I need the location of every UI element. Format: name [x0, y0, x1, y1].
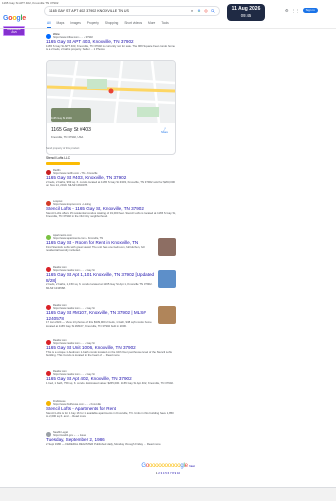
search-result: Loopnet https://www.loopnet.com › Listing… [46, 200, 176, 219]
page-link[interactable]: 2 [158, 471, 160, 475]
search-result: Realtor.com https://www.realtor.com › ...… [46, 304, 156, 328]
feedback-link[interactable]: Send property of this product [46, 147, 79, 150]
result-snippet: 2 beds, 2 baths, 1,150 sq. ft. condo loc… [46, 282, 153, 290]
result-snippet: This is a unique 1-bedroom 1-bath condo … [46, 349, 172, 358]
mic-icon[interactable] [197, 9, 201, 13]
share-label: Share [161, 131, 168, 134]
page-footer [0, 487, 336, 501]
property-title: 1165 Gay St #403 [51, 127, 91, 133]
google-logo[interactable]: Google Inauguration 2025 [3, 7, 26, 36]
search-result: Realtor.com https://www.realtor.com › ...… [46, 339, 176, 358]
header-divider [0, 28, 336, 29]
result-snippet: Stencil Lofts is for 1 bay 16 for 1 avai… [46, 410, 174, 419]
logo-word: Google [3, 15, 26, 22]
tab-shopping[interactable]: Shopping [105, 21, 118, 28]
result-snippet: Find Stenlock Lofts with great views! Th… [46, 244, 145, 253]
search-result: Newlib Legal https://newlib.gov › ... › I… [46, 431, 176, 446]
search-result: Realtor.com https://www.realtor.com › ...… [46, 370, 176, 385]
result-thumbnail[interactable] [158, 238, 176, 256]
clock-date: 11 Aug 2026 [231, 6, 261, 12]
page-link[interactable]: 3 [161, 471, 163, 475]
favicon-icon [46, 370, 51, 376]
favicon-icon [46, 200, 51, 206]
header-actions: ⚙ ⋮⋮ Sign in [285, 8, 318, 13]
search-result: Zillow https://www.zillow.com › ... › 379… [46, 33, 176, 52]
tab-short-videos[interactable]: Short videos [124, 21, 142, 28]
date-time-overlay: 11 Aug 2026 09:45 [227, 4, 265, 21]
tab-maps[interactable]: Maps [57, 21, 65, 28]
gear-icon[interactable]: ⚙ [285, 8, 289, 13]
result-snippet: 17 Jan 2024 — View 13 photos of this $33… [46, 320, 152, 328]
rating-stars [46, 162, 80, 165]
result-thumbnail[interactable] [158, 306, 176, 324]
favicon-icon [46, 234, 51, 240]
result-snippet: 1165 S Gay St APT 403, Knoxville, TN 379… [46, 43, 175, 52]
favicon-icon [46, 266, 51, 272]
favicon-icon [46, 169, 51, 175]
clock-time: 09:45 [240, 13, 252, 18]
result-snippet: 2 Sept 1986 — FEDERAL REGISTER Published… [46, 441, 161, 446]
tab-tools[interactable]: Tools [161, 21, 168, 28]
favicon-icon [46, 431, 51, 437]
tab-all[interactable]: All [47, 21, 51, 28]
search-result: Apartments.com https://www.apartments.com… [46, 234, 156, 253]
page-link[interactable]: 9 [175, 471, 177, 475]
lens-icon[interactable] [204, 9, 208, 13]
sign-in-button[interactable]: Sign in [302, 8, 318, 13]
business-name[interactable]: Stencil Lofts LLC [46, 156, 70, 160]
favicon-icon [46, 339, 51, 345]
search-result: FindHouse https://www.findhouse.com › ...… [46, 400, 176, 419]
property-address: Knoxville, TN 37902, USA [51, 135, 84, 139]
result-snippet: 2 beds, 2 baths, 969 sq. ft. condo locat… [46, 179, 175, 188]
top-caption: 1165 Gay St APT 402, Knoxville TN 37902 [2, 1, 59, 5]
pagination-logo: Gooooooooooogle Next [141, 463, 195, 469]
page-link[interactable]: 6 [168, 471, 170, 475]
page-link[interactable]: 8 [172, 471, 174, 475]
search-result: Realtor.com https://www.realtor.com › ...… [46, 266, 156, 290]
search-input[interactable]: 1165 GAY ST APT 402 37902 KNOXVILLE TN U… [49, 9, 187, 13]
favicon-icon [46, 33, 51, 39]
pagination: Gooooooooooogle Next 1 2 3 4 5 6 7 8 9 1… [108, 463, 228, 475]
close-icon[interactable]: × [190, 9, 194, 13]
property-map-card[interactable]: 1165 Gay St #403 1165 Gay St #403 Knoxvi… [46, 60, 176, 155]
next-page-link[interactable]: Next [189, 464, 195, 468]
tab-images[interactable]: Images [70, 21, 80, 28]
search-result: Redfin https://www.redfin.com › TN › Knox… [46, 169, 176, 188]
apps-icon[interactable]: ⋮⋮ [292, 8, 300, 13]
search-tabs: All Maps Images Property Shopping Short … [47, 21, 169, 28]
tab-property[interactable]: Property [87, 21, 99, 28]
share-button[interactable]: ⤴ Share [161, 127, 168, 134]
result-thumbnail[interactable] [158, 270, 176, 288]
result-snippet: 1 bed, 1 bath, 759 sq. ft. condo. Estima… [46, 380, 174, 385]
search-box[interactable]: 1165 GAY ST APT 402 37902 KNOXVILLE TN U… [44, 6, 220, 16]
result-snippet: Stencil Lofts offers 15 residential cond… [46, 210, 176, 219]
favicon-icon [46, 304, 51, 310]
page-link[interactable]: 5 [165, 471, 167, 475]
tab-more[interactable]: More [148, 21, 155, 28]
page-link[interactable]: 10 [177, 471, 180, 475]
page-numbers: 1 2 3 4 5 6 7 8 9 10 [108, 471, 228, 475]
search-icon[interactable] [211, 9, 215, 13]
favicon-icon [46, 400, 51, 406]
property-photo-label: 1165 Gay St #403 [51, 117, 72, 120]
